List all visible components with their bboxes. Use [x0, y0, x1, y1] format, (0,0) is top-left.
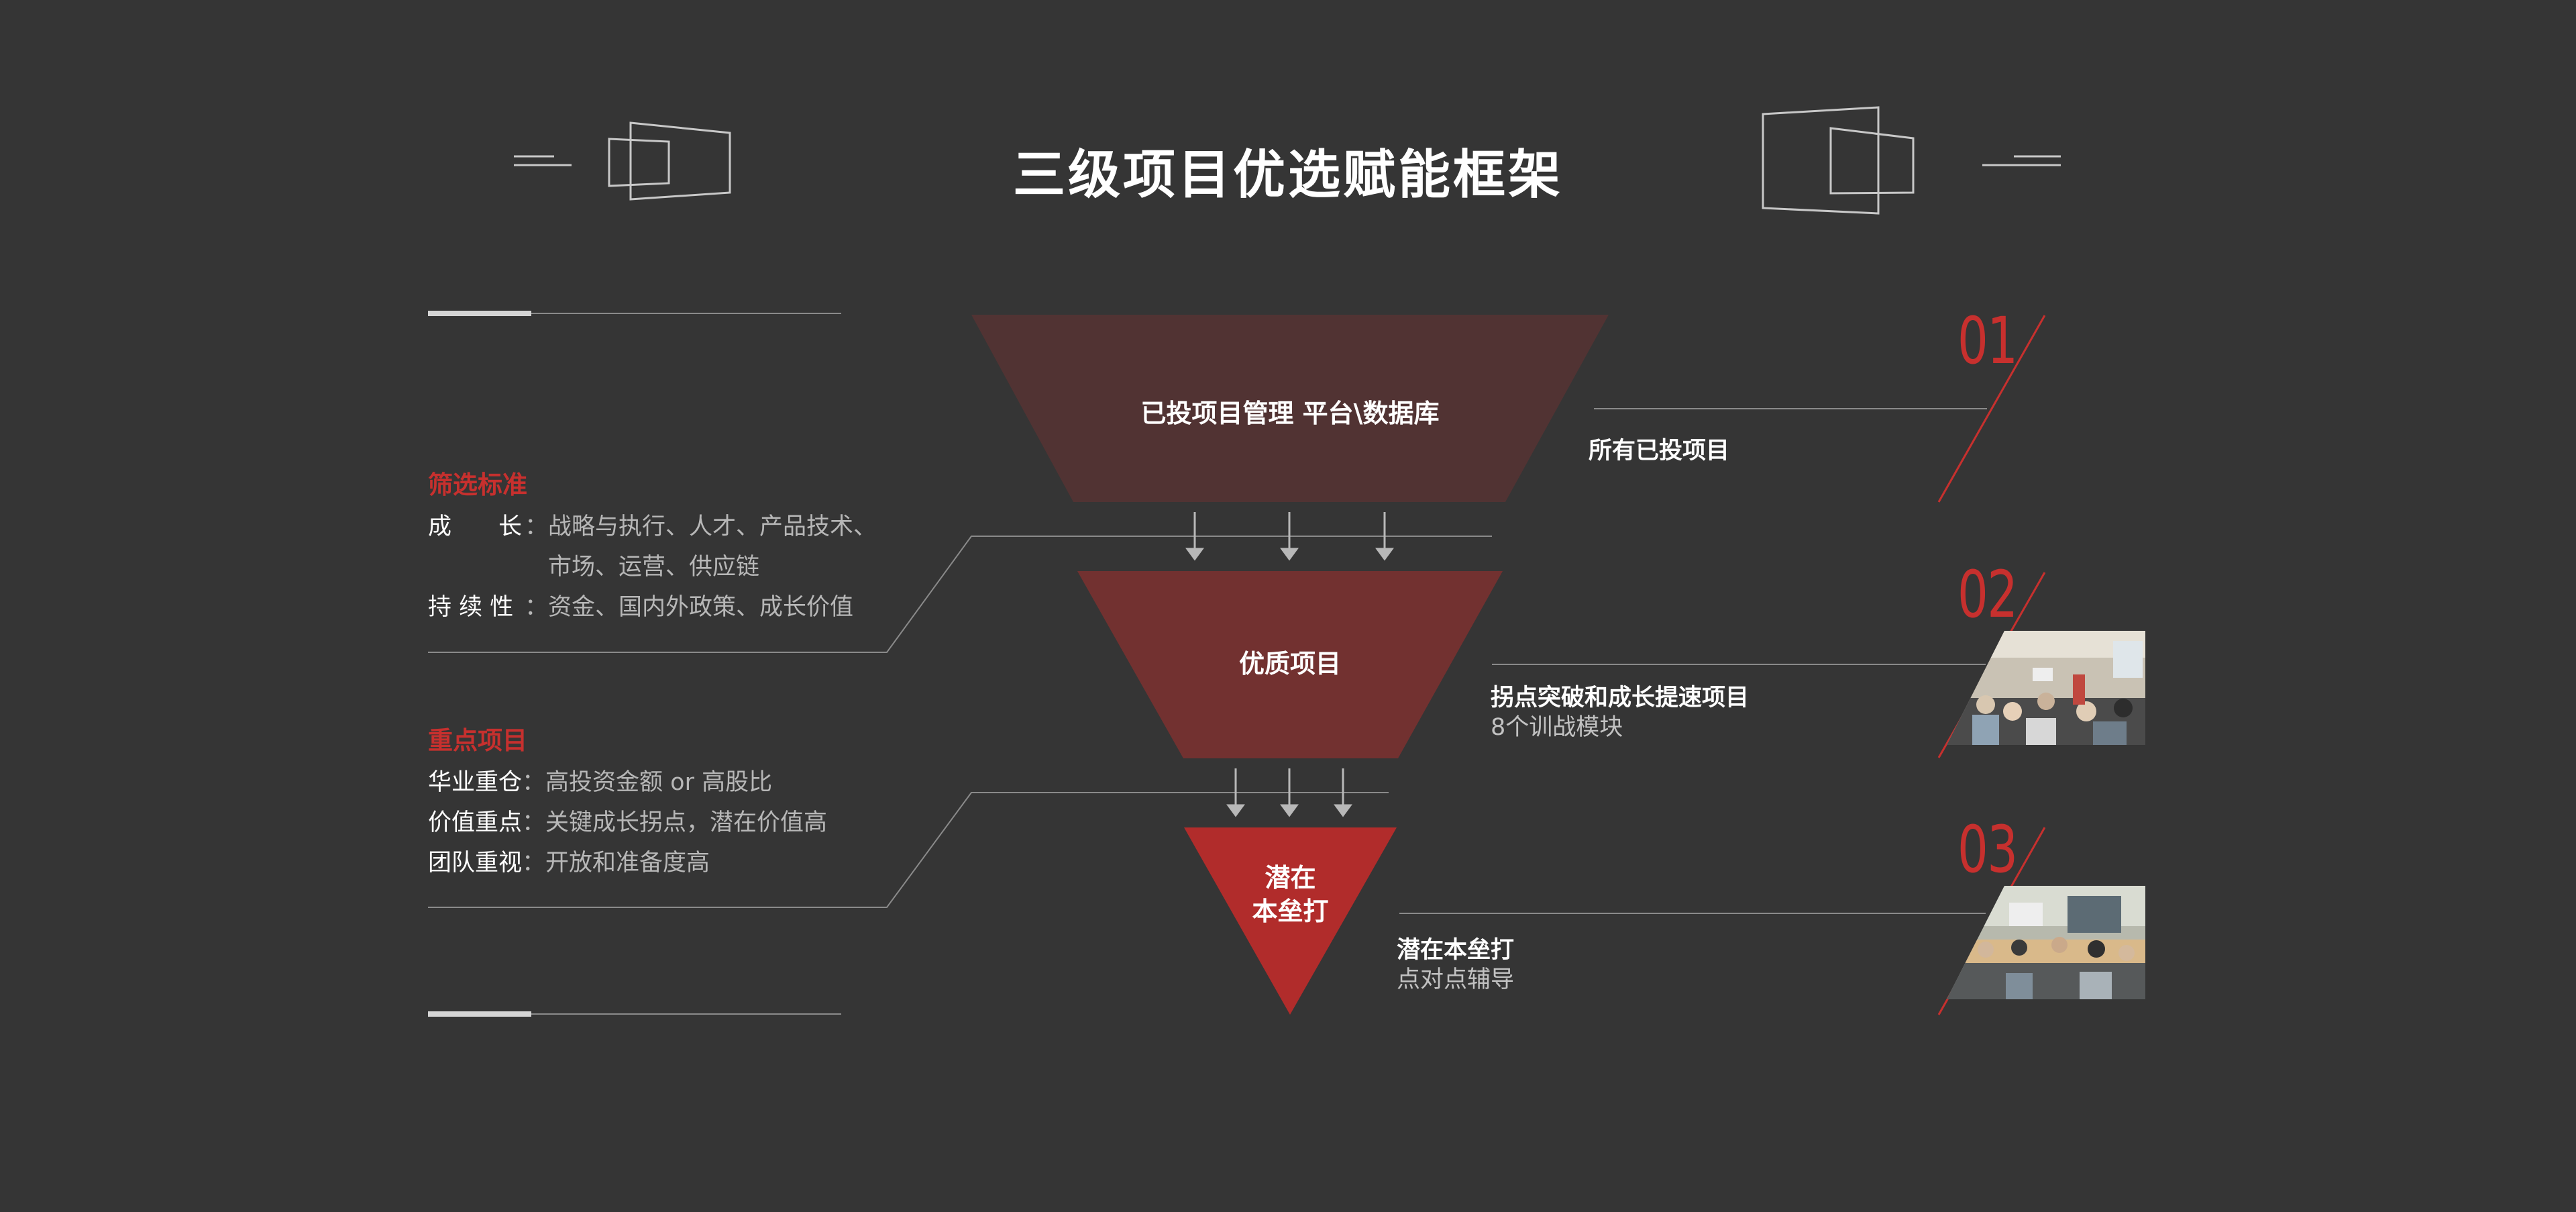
key-project-value: 高投资金额 or 高股比 — [545, 769, 773, 796]
criteria-row: 市场、运营、供应链 — [428, 547, 877, 587]
level-3-subtitle: 点对点辅导 — [1397, 966, 1515, 993]
criteria-colon: ： — [525, 594, 549, 621]
funnel-tier-3-label: 潜在 本垒打 — [1184, 861, 1397, 928]
level-number-02: 02 — [1957, 557, 2018, 632]
funnel-tier-2-label: 优质项目 — [1238, 649, 1341, 678]
level-1-title: 所有已投项目 — [1589, 438, 1730, 464]
left-rules — [428, 311, 841, 1017]
key-project-row: 华业重仓：高投资金额 or 高股比 — [428, 762, 827, 803]
key-project-colon: ： — [522, 850, 546, 876]
key-project-row: 团队重视：开放和准备度高 — [428, 843, 827, 883]
key-project-key: 华业重仓 — [428, 769, 523, 796]
key-project-colon: ： — [522, 769, 546, 796]
criteria-row: 持 续 性 ：资金、国内外政策、成长价值 — [428, 587, 877, 627]
criteria-list: 成 长：战略与执行、人才、产品技术、 市场、运营、供应链 持 续 性：资金、国内… — [428, 507, 877, 627]
classroom-photo-1 — [1947, 631, 2145, 745]
key-project-row: 价值重点：关键成长拐点，潜在价值高 — [428, 803, 827, 843]
criteria-heading: 筛选标准 — [428, 470, 527, 499]
key-projects-heading: 重点项目 — [428, 726, 527, 755]
criteria-key: 成 长 — [428, 513, 523, 540]
criteria-row: 成 长：战略与执行、人才、产品技术、 — [428, 507, 877, 547]
key-project-key: 价值重点 — [428, 809, 523, 836]
funnel-tier-1-label: 已投项目管理 平台\数据库 — [1140, 399, 1440, 428]
level-number-01: 01 — [1957, 303, 2018, 378]
level-2-subtitle: 8个训战模块 — [1491, 714, 1623, 741]
criteria-key: 持 续 性 — [428, 594, 514, 621]
key-project-value: 关键成长拐点，潜在价值高 — [545, 809, 828, 836]
criteria-value: 市场、运营、供应链 — [548, 554, 760, 580]
key-project-key: 团队重视 — [428, 850, 523, 876]
funnel-tier-3-line1: 潜在 — [1265, 863, 1316, 893]
page-title: 三级项目优选赋能框架 — [1012, 145, 1563, 205]
criteria-value: 战略与执行、人才、产品技术、 — [548, 513, 877, 540]
level-number-03: 03 — [1957, 812, 2018, 887]
classroom-photo-2 — [1947, 886, 2145, 999]
key-projects-list: 华业重仓：高投资金额 or 高股比 价值重点：关键成长拐点，潜在价值高 团队重视… — [428, 762, 827, 883]
criteria-colon: ： — [525, 513, 549, 540]
funnel-tier-3-line2: 本垒打 — [1252, 897, 1329, 926]
key-project-colon: ： — [522, 809, 546, 836]
key-project-value: 开放和准备度高 — [545, 850, 710, 876]
criteria-value: 资金、国内外政策、成长价值 — [548, 594, 854, 621]
